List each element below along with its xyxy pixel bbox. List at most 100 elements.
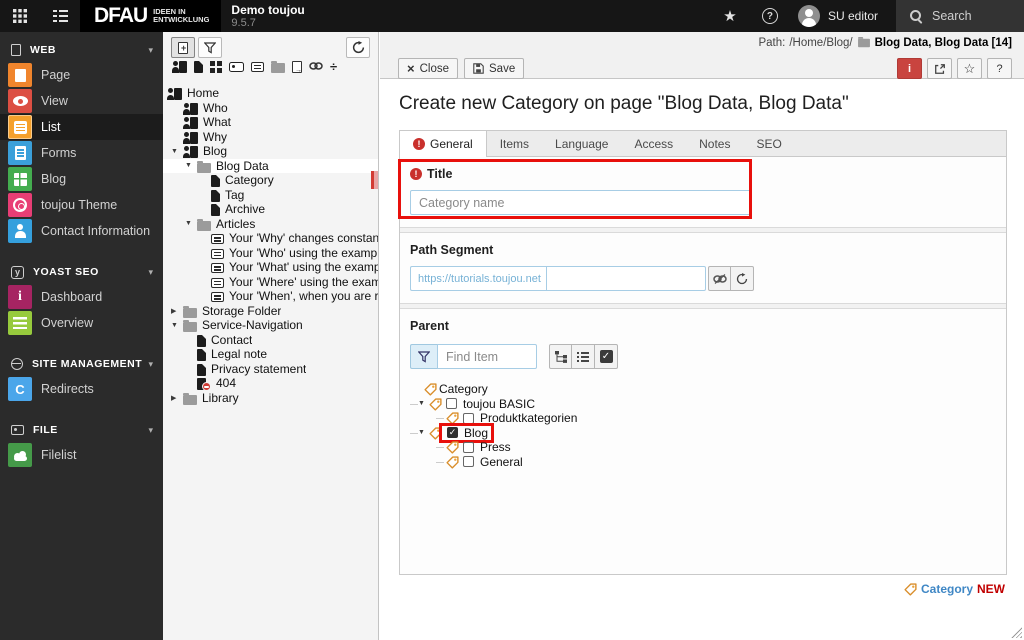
doc-icon[interactable] <box>194 58 203 76</box>
divider-icon[interactable]: ÷ <box>330 58 337 76</box>
expander-closed-icon[interactable]: ▶ <box>171 307 183 315</box>
expander-open-icon[interactable]: ▼ <box>418 429 429 436</box>
grid4-icon[interactable] <box>210 58 222 76</box>
parent-tree-row[interactable]: General <box>410 455 998 470</box>
tree-node[interactable]: ▶Library <box>163 391 378 406</box>
card-icon[interactable] <box>229 58 244 76</box>
tab-items[interactable]: Items <box>487 131 542 156</box>
record-type-link[interactable]: Category <box>921 582 973 596</box>
tree-node[interactable]: Home <box>163 86 378 101</box>
help-doc-button[interactable]: ? <box>987 58 1012 79</box>
filter-parent-button[interactable] <box>410 344 437 369</box>
regenerate-slug-button[interactable] <box>731 266 754 291</box>
parent-tree-row[interactable]: Press <box>410 440 998 455</box>
tree-node[interactable]: What <box>163 115 378 130</box>
tab-access[interactable]: Access <box>621 131 686 156</box>
section-header-web[interactable]: WEB▾ <box>0 38 163 62</box>
category-checkbox[interactable] <box>463 413 474 424</box>
category-checkbox[interactable] <box>463 442 474 453</box>
link-icon[interactable] <box>309 58 323 76</box>
toggle-checkboxes-button[interactable]: ✓ <box>595 344 618 369</box>
page-person-icon[interactable] <box>172 58 187 76</box>
expander-open-icon[interactable]: ▼ <box>418 400 429 407</box>
expander-open-icon[interactable]: ▼ <box>171 322 183 329</box>
sidebar-item-blog[interactable]: Blog <box>0 166 163 192</box>
parent-tree-row[interactable]: ▼toujou BASIC <box>410 397 998 412</box>
tree-node[interactable]: ▼Service-Navigation <box>163 318 378 333</box>
tree-node[interactable]: Privacy statement <box>163 362 378 377</box>
tree-node[interactable]: Contact <box>163 333 378 348</box>
close-button[interactable]: ×Close <box>398 58 458 79</box>
sidebar-item-page[interactable]: Page <box>0 62 163 88</box>
tree-node[interactable]: Category <box>163 173 378 188</box>
article-icon[interactable] <box>251 58 264 76</box>
help-icon[interactable]: ? <box>750 0 790 32</box>
expander-open-icon[interactable]: ▼ <box>171 148 183 155</box>
toggle-slug-edit-button[interactable] <box>708 266 731 291</box>
category-checkbox[interactable] <box>446 398 457 409</box>
info-button[interactable]: i <box>897 58 922 79</box>
tab-notes[interactable]: Notes <box>686 131 743 156</box>
section-header-site-management[interactable]: SITE MANAGEMENT▾ <box>0 352 163 376</box>
new-page-button[interactable] <box>171 37 195 58</box>
typo3-version: 9.5.7 <box>231 17 304 29</box>
bookmarks-star-icon[interactable]: ★ <box>710 0 750 32</box>
tree-node[interactable]: Archive <box>163 202 378 217</box>
tree-node[interactable]: Your 'Where' using the example of <box>163 275 378 290</box>
tree-node[interactable]: ▼Blog Data <box>163 159 378 174</box>
folder-icon <box>183 304 197 318</box>
tree-node[interactable]: Your 'Why' changes constantly <box>163 231 378 246</box>
tree-node[interactable]: Tag <box>163 188 378 203</box>
folder-icon[interactable] <box>271 58 285 76</box>
sidebar-item-filelist[interactable]: Filelist <box>0 442 163 468</box>
sidebar-item-redirects[interactable]: CRedirects <box>0 376 163 402</box>
parent-tree-row[interactable]: Category <box>410 382 998 397</box>
parent-tree-row[interactable]: Produktkategorien <box>410 411 998 426</box>
refresh-tree-button[interactable] <box>346 37 370 58</box>
tree-node[interactable]: Why <box>163 130 378 145</box>
expander-open-icon[interactable]: ▼ <box>185 162 197 169</box>
category-checkbox[interactable]: ✓ <box>447 427 458 438</box>
open-new-window-button[interactable] <box>927 58 952 79</box>
section-header-file[interactable]: FILE▾ <box>0 418 163 442</box>
tree-node[interactable]: ▼Blog <box>163 144 378 159</box>
filter-tree-button[interactable] <box>198 37 222 58</box>
category-checkbox[interactable] <box>463 456 474 467</box>
dfau-logo[interactable]: DFAU IDEEN INENTWICKLUNG <box>80 0 221 32</box>
section-header-yoast-seo[interactable]: yYOAST SEO▾ <box>0 260 163 284</box>
sidebar-item-dashboard[interactable]: iDashboard <box>0 284 163 310</box>
find-item-input[interactable] <box>437 344 537 369</box>
tab-general[interactable]: !General <box>400 131 487 157</box>
sidebar-item-forms[interactable]: Forms <box>0 140 163 166</box>
tree-node[interactable]: ▶Storage Folder <box>163 304 378 319</box>
sidebar-item-overview[interactable]: Overview <box>0 310 163 336</box>
tree-node[interactable]: 404 <box>163 376 378 391</box>
tree-node[interactable]: Your 'What' using the example of a <box>163 260 378 275</box>
doc-arrow-icon[interactable] <box>292 58 302 76</box>
tree-node[interactable]: ▼Articles <box>163 217 378 232</box>
tree-node[interactable]: Legal note <box>163 347 378 362</box>
sidebar-item-list[interactable]: List <box>0 114 163 140</box>
tree-node[interactable]: Your 'When', when you are ready <box>163 289 378 304</box>
path-segment-input[interactable] <box>546 266 706 291</box>
user-menu[interactable]: SU editor <box>790 0 896 32</box>
tree-node[interactable]: Your 'Who' using the example of yo <box>163 246 378 261</box>
expander-closed-icon[interactable]: ▶ <box>171 394 183 402</box>
title-input[interactable] <box>410 190 751 215</box>
tab-seo[interactable]: SEO <box>743 131 794 156</box>
save-button[interactable]: Save <box>464 58 524 79</box>
pagetree-toggle-icon[interactable] <box>40 0 80 32</box>
tab-language[interactable]: Language <box>542 131 621 156</box>
sidebar-item-toujou-theme[interactable]: toujou Theme <box>0 192 163 218</box>
resize-grip[interactable] <box>1011 627 1022 638</box>
modules-grid-icon[interactable] <box>0 0 40 32</box>
parent-tree-row[interactable]: ▼✓Blog <box>410 426 998 441</box>
bookmark-record-button[interactable]: ☆ <box>957 58 982 79</box>
expander-open-icon[interactable]: ▼ <box>185 220 197 227</box>
sidebar-item-view[interactable]: View <box>0 88 163 114</box>
tree-node[interactable]: Who <box>163 101 378 116</box>
search-button[interactable]: Search <box>896 0 1024 32</box>
expand-tree-button[interactable] <box>549 344 572 369</box>
list-view-button[interactable] <box>572 344 595 369</box>
sidebar-item-contact-information[interactable]: Contact Information <box>0 218 163 244</box>
